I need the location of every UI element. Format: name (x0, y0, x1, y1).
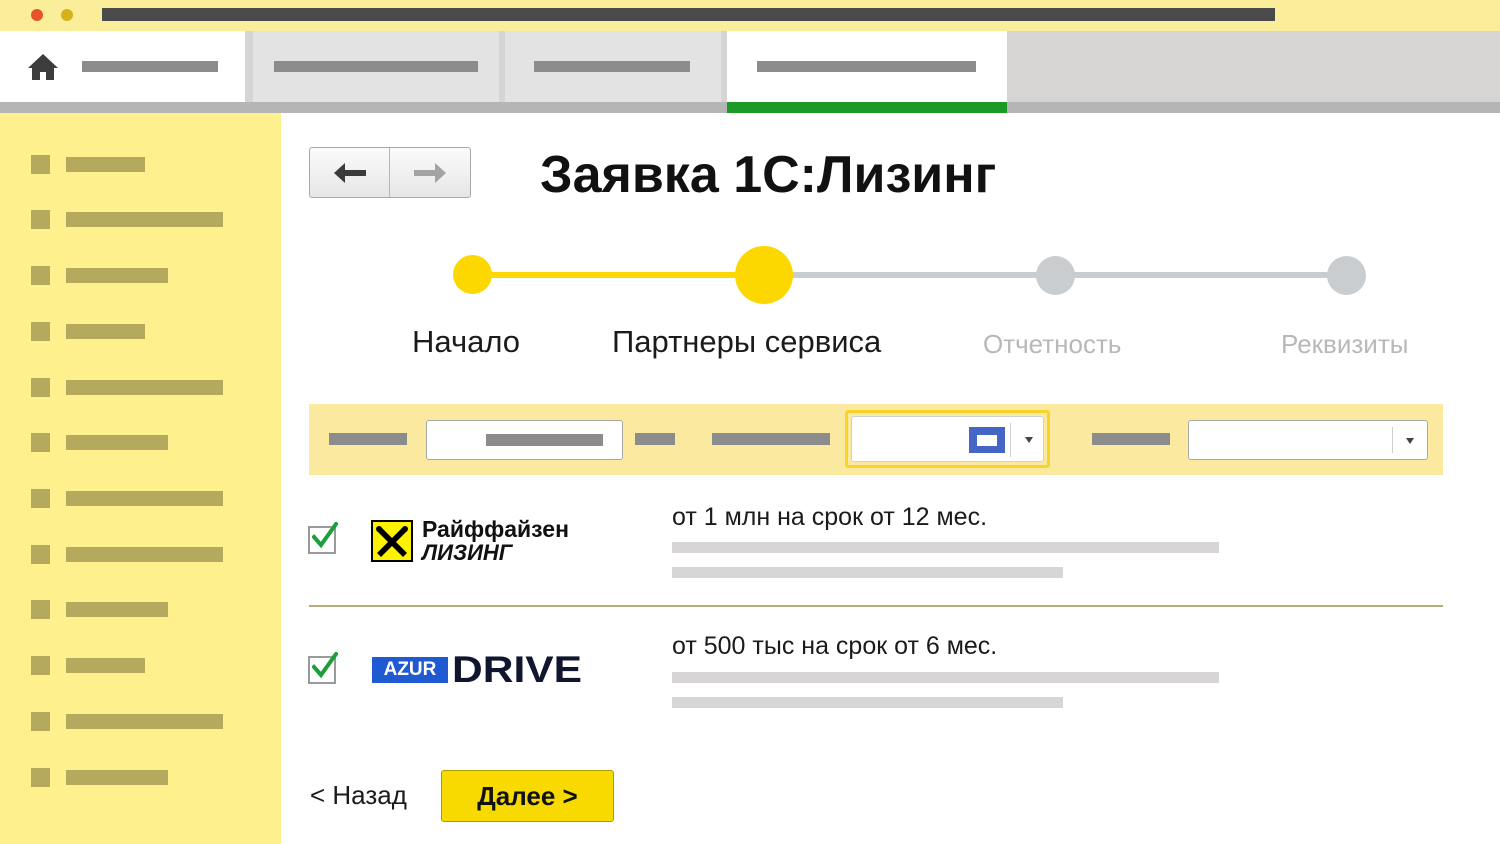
row-divider (309, 605, 1443, 607)
field-divider (1392, 427, 1393, 453)
back-nav-button[interactable] (310, 148, 389, 197)
description-placeholder (672, 567, 1063, 578)
address-bar[interactable] (102, 8, 1275, 21)
step-1-dot[interactable] (453, 255, 492, 294)
sidebar (0, 113, 281, 844)
input-value-placeholder (486, 434, 603, 446)
tab-active[interactable] (727, 31, 1007, 102)
azur-badge: AZUR (372, 657, 448, 683)
calendar-icon[interactable] (969, 427, 1005, 453)
field-divider (1010, 423, 1011, 457)
date-picker[interactable] (851, 416, 1044, 462)
filter-label-placeholder (1092, 433, 1170, 445)
partner-checkbox-azurdrive[interactable] (308, 652, 338, 684)
tab-label-placeholder (82, 61, 218, 72)
description-placeholder (672, 542, 1219, 553)
tab-label-placeholder (757, 61, 976, 72)
filter-input[interactable] (426, 420, 623, 460)
minimize-window-button[interactable] (61, 9, 73, 21)
active-tab-indicator (727, 102, 1007, 113)
step-4-dot[interactable] (1327, 256, 1366, 295)
home-icon (28, 54, 58, 80)
raiffeisen-logo-line2: ЛИЗИНГ (422, 540, 513, 565)
step-3-dot[interactable] (1036, 256, 1075, 295)
raiffeisen-logo-line1: Райффайзен (422, 516, 569, 542)
step-2-label[interactable]: Партнеры сервиса (612, 324, 881, 360)
step-4-label[interactable]: Реквизиты (1281, 329, 1408, 360)
step-2-dot[interactable] (735, 246, 793, 304)
step-1-label[interactable]: Начало (412, 324, 520, 360)
forward-nav-button[interactable] (390, 148, 470, 197)
back-link[interactable]: < Назад (310, 780, 407, 811)
description-placeholder (672, 672, 1219, 683)
checkmark-icon (312, 522, 338, 549)
partner-description: от 1 млн на срок от 12 мес. (672, 503, 988, 531)
stepper-line-complete (472, 272, 764, 278)
filter-bar (309, 404, 1443, 475)
checkmark-icon (312, 652, 338, 679)
tab-2[interactable] (253, 31, 499, 102)
page-title: Заявка 1С:Лизинг (540, 146, 997, 204)
filter-select[interactable] (1188, 420, 1428, 460)
chevron-down-icon[interactable] (1024, 436, 1034, 444)
description-placeholder (672, 697, 1063, 708)
arrow-right-icon (414, 163, 446, 183)
raiffeisen-logo: Райффайзен ЛИЗИНГ (371, 516, 586, 565)
tab-3[interactable] (505, 31, 721, 102)
close-window-button[interactable] (31, 9, 43, 21)
next-button[interactable]: Далее > (441, 770, 614, 822)
tab-label-placeholder (534, 61, 690, 72)
filter-label-placeholder (635, 433, 675, 445)
partner-description: от 500 тыс на срок от 6 мес. (672, 632, 998, 660)
tab-label-placeholder (274, 61, 478, 72)
step-3-label[interactable]: Отчетность (983, 329, 1121, 360)
drive-wordmark: DRIVE (452, 649, 583, 690)
azurdrive-logo: AZUR DRIVE (372, 649, 602, 690)
raiffeisen-emblem-icon (371, 520, 413, 562)
tab-home[interactable] (0, 31, 245, 102)
filter-label-placeholder (329, 433, 407, 445)
chevron-down-icon[interactable] (1405, 437, 1415, 445)
filter-label-placeholder (712, 433, 830, 445)
partner-checkbox-raiffeisen[interactable] (308, 522, 338, 554)
arrow-left-icon (334, 163, 366, 183)
